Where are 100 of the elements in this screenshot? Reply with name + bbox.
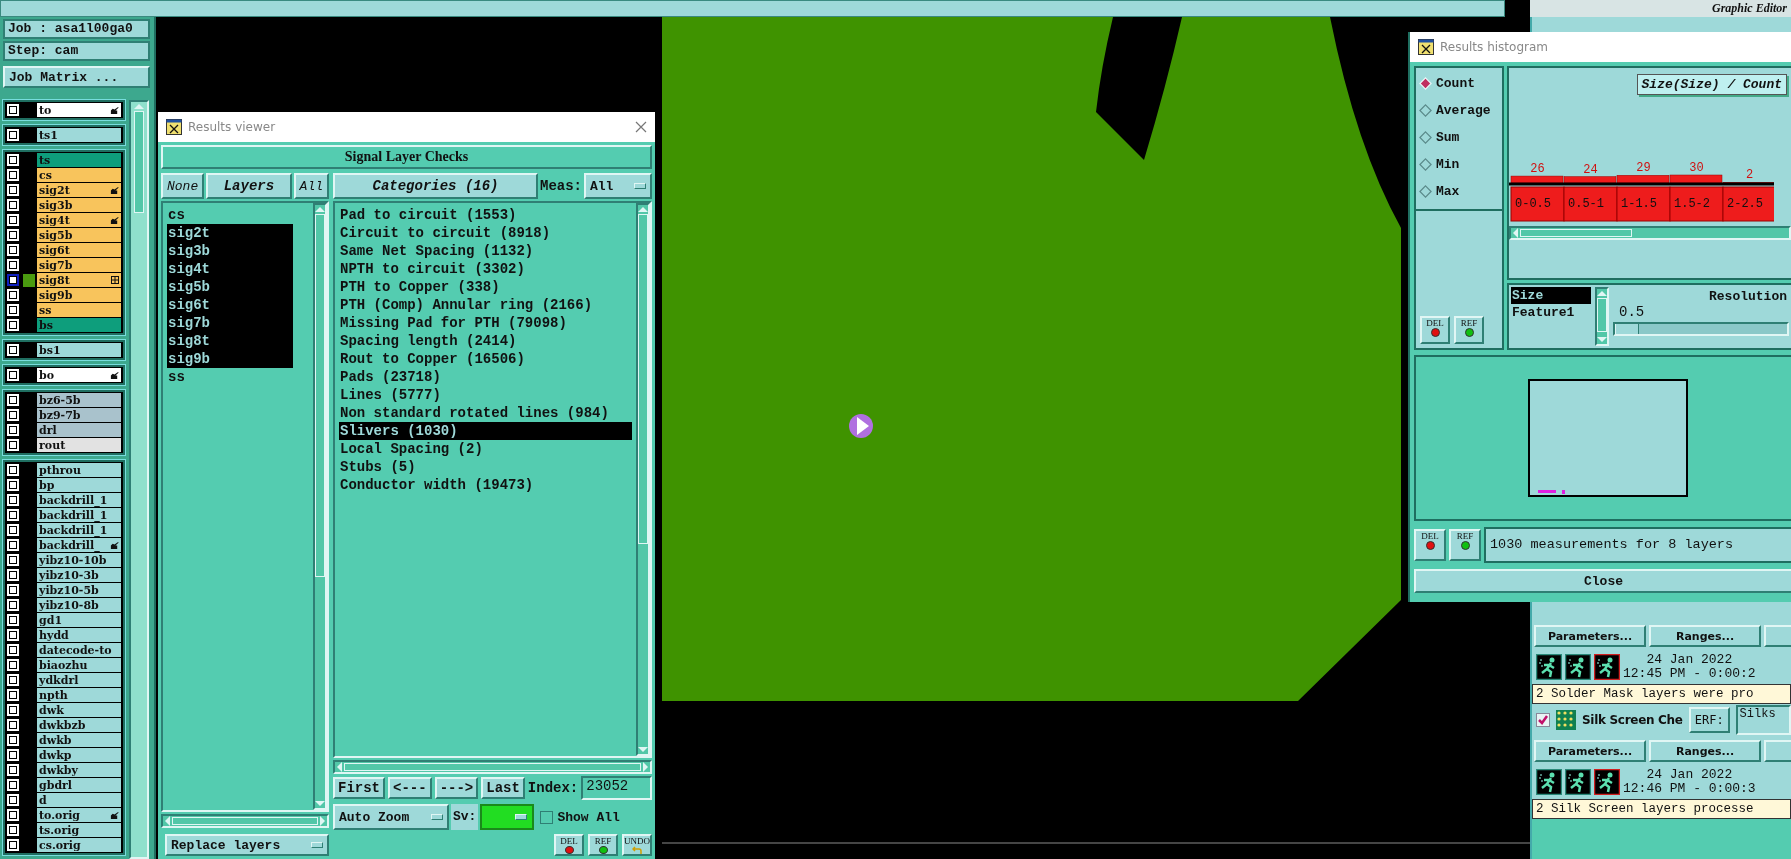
running-figure-icon[interactable]: [1565, 769, 1591, 795]
first-button[interactable]: First: [333, 777, 385, 799]
layer-list-item[interactable]: sig3b: [167, 242, 293, 260]
mode-radio[interactable]: Max: [1416, 178, 1502, 205]
category-list-item[interactable]: Missing Pad for PTH (79098): [339, 314, 632, 332]
category-list-item[interactable]: Spacing length (2414): [339, 332, 632, 350]
layer-row[interactable]: ts1: [37, 128, 121, 142]
category-list-item[interactable]: Slivers (1030): [339, 422, 632, 440]
layer-row[interactable]: sig9b: [37, 288, 121, 302]
layer-row[interactable]: pthrou: [37, 463, 121, 477]
index-field[interactable]: 23052: [581, 776, 652, 800]
category-list-item[interactable]: Circuit to circuit (8918): [339, 224, 632, 242]
running-figure-icon[interactable]: [1594, 769, 1620, 795]
ranges-button[interactable]: Ranges...: [1649, 625, 1761, 647]
horizontal-scrollbar[interactable]: [1509, 226, 1791, 240]
layer-row[interactable]: backdrill_1: [37, 493, 121, 507]
meas-dropdown[interactable]: All: [584, 173, 652, 199]
horizontal-scrollbar[interactable]: [161, 814, 329, 828]
layer-row[interactable]: sig8t: [37, 273, 121, 287]
layer-row[interactable]: sig3b: [37, 198, 121, 212]
severity-dropdown[interactable]: [480, 804, 535, 830]
running-figure-icon[interactable]: [1594, 654, 1620, 680]
radio-diamond-icon[interactable]: [1419, 185, 1432, 198]
layer-row[interactable]: bz9-7b: [37, 408, 121, 422]
mode-radio[interactable]: Min: [1416, 151, 1502, 178]
running-figure-icon[interactable]: [1536, 654, 1562, 680]
layer-row[interactable]: sig4t: [37, 213, 121, 227]
layer-row[interactable]: to: [37, 103, 121, 117]
layer-row[interactable]: d: [37, 793, 121, 807]
layer-row[interactable]: sig5b: [37, 228, 121, 242]
radio-diamond-icon[interactable]: [1419, 131, 1432, 144]
layer-row[interactable]: yibz10-10b: [37, 553, 121, 567]
layer-row[interactable]: ts.orig: [37, 823, 121, 837]
vertical-scrollbar[interactable]: [129, 100, 149, 859]
layer-row[interactable]: cs: [37, 168, 121, 182]
delete-button[interactable]: DEL: [1420, 316, 1450, 344]
category-list-item[interactable]: Local Spacing (2): [339, 440, 632, 458]
horizontal-scrollbar[interactable]: [333, 760, 652, 774]
refresh-button[interactable]: REF: [1454, 316, 1484, 344]
layer-row[interactable]: bs1: [37, 343, 121, 357]
layer-row[interactable]: backdrill_: [37, 538, 121, 552]
layer-row[interactable]: dwkb: [37, 733, 121, 747]
vertical-scrollbar[interactable]: [1595, 287, 1609, 346]
previous-button[interactable]: <---: [388, 777, 432, 799]
close-button[interactable]: Close: [1414, 569, 1791, 593]
layer-list-item[interactable]: sig8t: [167, 332, 293, 350]
undo-button[interactable]: UNDO: [622, 834, 652, 856]
radio-diamond-icon[interactable]: [1419, 158, 1432, 171]
category-list-item[interactable]: Pads (23718): [339, 368, 632, 386]
vertical-scrollbar[interactable]: [636, 203, 650, 756]
category-list-item[interactable]: Conductor width (19473): [339, 476, 632, 494]
categories-button[interactable]: Categories (16): [333, 173, 538, 199]
layer-list-item[interactable]: sig9b: [167, 350, 293, 368]
layer-list-item[interactable]: sig6t: [167, 296, 293, 314]
layer-row[interactable]: biaozhu: [37, 658, 121, 672]
running-figure-icon[interactable]: [1536, 769, 1562, 795]
mode-radio[interactable]: Sum: [1416, 124, 1502, 151]
category-list-item[interactable]: PTH (Comp) Annular ring (2166): [339, 296, 632, 314]
parameters-button[interactable]: Parameters...: [1534, 740, 1646, 762]
layer-list-item[interactable]: sig5b: [167, 278, 293, 296]
erf-button[interactable]: ERF:: [1688, 707, 1730, 733]
layer-list-item[interactable]: cs: [167, 206, 293, 224]
layer-list-item[interactable]: sig7b: [167, 314, 293, 332]
category-list-item[interactable]: Stubs (5): [339, 458, 632, 476]
delete-button[interactable]: DEL: [1414, 529, 1446, 561]
layer-row[interactable]: dwkby: [37, 763, 121, 777]
slider-thumb[interactable]: [1615, 324, 1639, 334]
layer-row[interactable]: bz6-5b: [37, 393, 121, 407]
next-button[interactable]: --->: [434, 777, 479, 799]
ranges-button[interactable]: Ranges...: [1649, 740, 1761, 762]
field-list-item[interactable]: Size: [1511, 287, 1591, 304]
field-list-item[interactable]: Feature1: [1511, 304, 1591, 321]
layer-row[interactable]: bp: [37, 478, 121, 492]
layer-row[interactable]: cs.orig: [37, 838, 121, 852]
category-list-item[interactable]: Lines (5777): [339, 386, 632, 404]
parameters-button[interactable]: Parameters...: [1534, 625, 1646, 647]
layer-row[interactable]: bo: [37, 368, 121, 382]
zoom-mode-dropdown[interactable]: Auto Zoom: [333, 804, 449, 830]
layer-list-item[interactable]: sig4t: [167, 260, 293, 278]
layer-row[interactable]: yibz10-5b: [37, 583, 121, 597]
layer-row[interactable]: ts: [37, 153, 121, 167]
layer-row[interactable]: hydd: [37, 628, 121, 642]
layer-row[interactable]: bs: [37, 318, 121, 332]
layer-row[interactable]: to.orig: [37, 808, 121, 822]
layer-checkbox[interactable]: [7, 274, 19, 286]
layer-display-chip[interactable]: [23, 273, 35, 287]
layer-row[interactable]: sig7b: [37, 258, 121, 272]
last-button[interactable]: Last: [481, 777, 525, 799]
layer-row[interactable]: backdrill_1: [37, 508, 121, 522]
layer-row[interactable]: ydkdrl: [37, 673, 121, 687]
layer-row[interactable]: rout: [37, 438, 121, 452]
category-list-item[interactable]: NPTH to circuit (3302): [339, 260, 632, 278]
mode-radio[interactable]: Average: [1416, 97, 1502, 124]
action-checkbox[interactable]: [1536, 713, 1550, 727]
layer-list-item[interactable]: ss: [167, 368, 293, 386]
select-all-button[interactable]: All: [293, 173, 329, 199]
layer-row[interactable]: gd1: [37, 613, 121, 627]
refresh-button[interactable]: REF: [1449, 529, 1481, 561]
running-figure-icon[interactable]: [1565, 654, 1591, 680]
layer-row[interactable]: backdrill_1: [37, 523, 121, 537]
